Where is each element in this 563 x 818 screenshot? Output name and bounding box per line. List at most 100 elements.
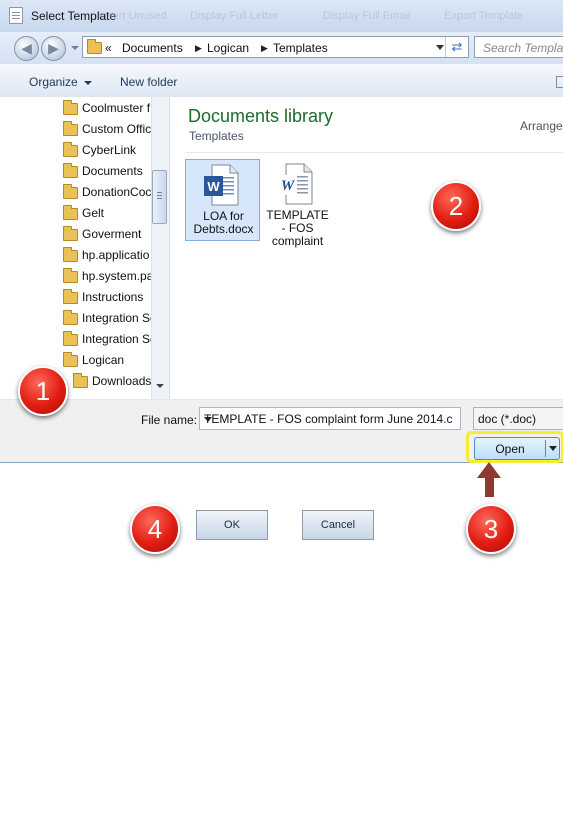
folder-icon [63,289,78,304]
nav-folder-label: Documents [82,164,143,178]
nav-folder-item[interactable]: Gelt [60,203,156,224]
select-template-dialog: Select Template Insert Unused Display Fu… [0,0,563,463]
title-bar: Select Template Insert Unused Display Fu… [0,0,563,32]
callout-badge-1: 1 [18,366,68,416]
chevron-right-icon[interactable]: ▶ [195,43,202,54]
nav-folder-item[interactable]: Logican [60,350,156,371]
folder-icon [87,39,102,54]
grip-icon [157,192,162,193]
navigation-bar: ◀ ▶ « Documents ▶ Logican ▶ Templates ⇄ … [0,32,563,64]
nav-folder-item[interactable]: Instructions [60,287,156,308]
folder-icon [63,163,78,178]
nav-folder-label: Downloads [92,374,152,388]
search-input[interactable]: Search Templat [474,36,563,58]
view-options-icon[interactable] [556,76,563,88]
chevron-right-icon[interactable]: ▶ [261,43,268,54]
chevron-down-icon[interactable] [549,446,557,451]
nav-folder-item[interactable]: Documents [60,161,156,182]
file-list-pane: Documents library Templates Arrange W LO… [170,97,563,399]
callout-badge-4: 4 [130,504,180,554]
background-ghost-label: Export Template [444,10,524,22]
nav-folder-item[interactable]: hp.system.pa [60,266,156,287]
breadcrumb-logican[interactable]: Logican [207,41,249,55]
breadcrumb-templates[interactable]: Templates [273,41,328,55]
breadcrumb-documents[interactable]: Documents [122,41,183,55]
file-name-line: Debts.docx [193,222,254,236]
chevron-down-icon [83,80,92,85]
nav-folder-label: Integration Sc [82,311,156,325]
nav-folder-item[interactable]: CyberLink [60,140,156,161]
file-type-value: doc (*.doc) [478,412,537,426]
search-placeholder: Search Templat [483,41,563,55]
nav-folder-label: Integration Sc [82,332,156,346]
chevron-down-icon[interactable] [436,45,444,50]
nav-folder-label: Custom Offic [82,122,152,136]
nav-folder-label: Goverment [82,227,142,241]
new-folder-button[interactable]: New folder [120,75,177,89]
nav-folder-item[interactable]: Custom Offic [60,119,156,140]
file-name: TEMPLATE - FOS complaint [260,209,335,248]
file-name-line: complaint [271,234,324,248]
nav-folder-label: hp.applicatio [82,248,150,262]
background-ghost-label: Insert Unused [98,10,167,22]
folder-icon [63,121,78,136]
file-item-selected[interactable]: W LOA for Debts.docx [185,159,260,241]
file-item[interactable]: W TEMPLATE - FOS complaint [260,159,335,248]
file-name-value: TEMPLATE - FOS complaint form June 2014.… [204,412,453,426]
ok-button[interactable]: OK [196,510,268,540]
svg-text:W: W [281,178,296,194]
nav-folder-item[interactable]: DonationCoc [60,182,156,203]
nav-folder-item[interactable]: Coolmuster f [60,98,156,119]
organize-button[interactable]: Organize [29,75,92,89]
organize-label: Organize [29,75,78,89]
refresh-icon[interactable]: ⇄ [445,37,468,57]
folder-icon [63,310,78,325]
file-name: LOA for Debts.docx [186,210,261,236]
background-ghost-label: Display Full Email [323,10,411,22]
nav-folder-item[interactable]: Goverment [60,224,156,245]
arrange-by-dropdown[interactable]: Arrange [520,119,563,133]
cancel-button[interactable]: Cancel [302,510,374,540]
folder-icon [63,352,78,367]
nav-folder-label: hp.system.pa [82,269,154,283]
file-type-select[interactable]: doc (*.doc) [473,407,563,430]
folder-icon [63,184,78,199]
nav-folder-item[interactable]: Integration Sc [60,329,156,350]
nav-subfolder-item[interactable]: Downloads [70,371,154,392]
file-name-label: File name: [141,413,198,427]
divider [186,152,563,153]
callout-badge-3: 3 [466,504,516,554]
nav-folder-item[interactable]: Integration Sc [60,308,156,329]
folder-icon [63,226,78,241]
folder-icon [63,247,78,262]
back-arrow-icon[interactable]: ◀ [14,36,39,61]
open-button-label: Open [495,442,525,456]
scrollbar-thumb[interactable] [152,170,167,224]
split-divider [545,440,546,457]
nav-folder-label: DonationCoc [82,185,152,199]
word-document-icon: W [204,164,239,206]
folder-icon [63,142,78,157]
navigation-pane: Coolmuster f Custom Offic CyberLink Docu… [0,97,170,399]
chevron-down-icon[interactable] [204,417,212,422]
address-bar[interactable]: « Documents ▶ Logican ▶ Templates ⇄ [82,36,469,58]
callout-badge-2: 2 [431,181,481,231]
folder-icon [63,331,78,346]
address-prefix[interactable]: « [105,41,112,55]
folder-icon [63,268,78,283]
folder-icon [63,205,78,220]
file-name-input[interactable]: TEMPLATE - FOS complaint form June 2014.… [199,407,461,430]
nav-scrollbar[interactable] [151,97,169,399]
scroll-down-arrow-icon[interactable] [156,384,164,388]
open-button[interactable]: Open [474,437,560,460]
forward-arrow-icon[interactable]: ▶ [41,36,66,61]
folder-icon [63,100,78,115]
word-document-icon: W [278,163,313,205]
recent-locations-dropdown-icon[interactable] [71,46,79,50]
library-title: Documents library [188,106,334,126]
nav-folder-item[interactable]: hp.applicatio [60,245,156,266]
nav-folder-label: Coolmuster f [82,101,151,115]
arrow-up-icon [477,462,501,478]
arrow-stem [485,477,494,497]
svg-text:W: W [207,179,220,194]
